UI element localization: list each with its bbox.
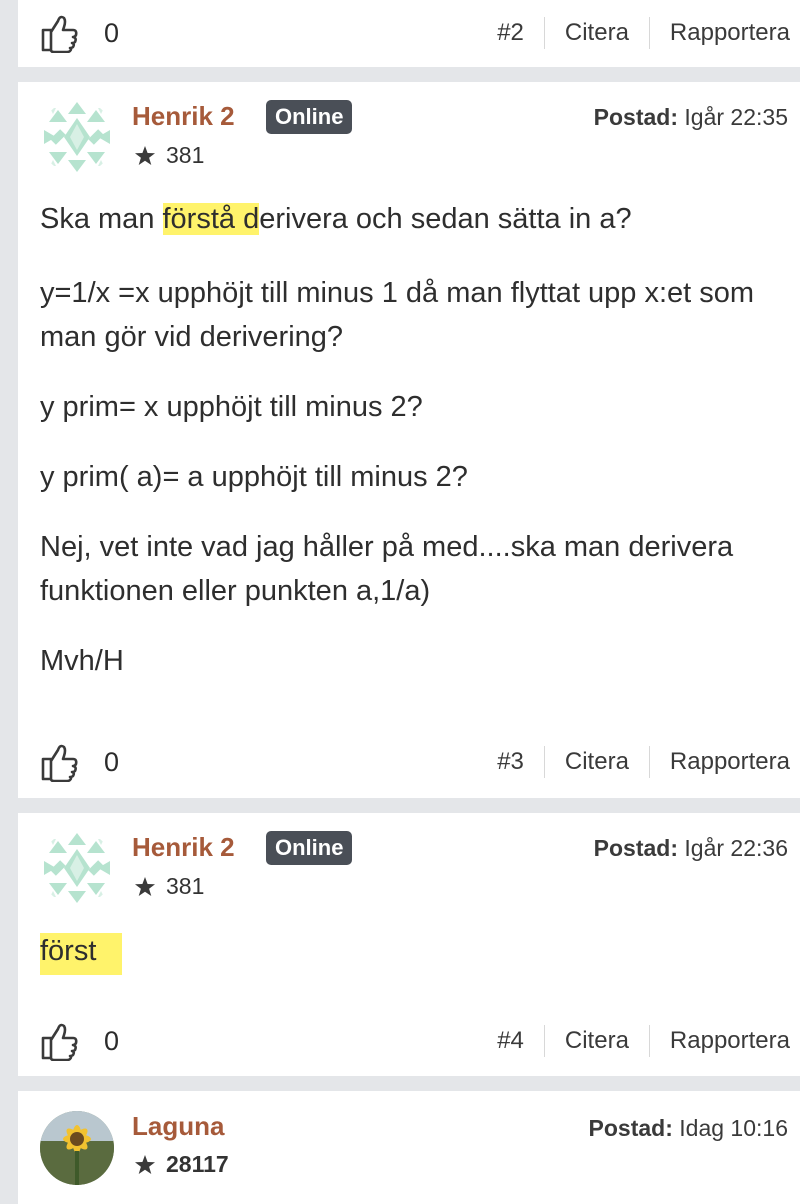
post-footer: 0 #3 Citera Rapportera <box>18 732 800 792</box>
post-signature: Mvh/H <box>40 645 124 677</box>
posted-label: Postad: <box>588 1115 673 1141</box>
posted-label: Postad: <box>593 104 679 130</box>
posted-label: Postad: <box>593 835 679 861</box>
report-button[interactable]: Rapportera <box>650 19 790 47</box>
highlighted-text: först <box>40 933 123 975</box>
report-button[interactable]: Rapportera <box>650 748 790 776</box>
post-footer: 0 #2 Citera Rapportera <box>18 3 800 63</box>
post-header: Laguna 28117 Postad: Idag 10:16 <box>18 1091 800 1201</box>
star-icon <box>135 1154 155 1174</box>
post-card-3: Henrik 2 Online 381 Postad: Igår 22:35 S… <box>18 82 800 798</box>
like-icon[interactable] <box>40 742 78 782</box>
post-timestamp: Postad: Igår 22:35 <box>594 104 788 131</box>
posted-time: Idag 10:16 <box>679 1115 788 1141</box>
online-badge: Online <box>266 831 353 865</box>
post-timestamp: Postad: Igår 22:36 <box>594 835 788 862</box>
highlighted-text: förstå d <box>162 203 260 235</box>
like-count: 0 <box>104 746 120 777</box>
post-number-link[interactable]: #2 <box>497 19 544 47</box>
star-icon <box>135 876 155 896</box>
avatar[interactable] <box>40 100 114 174</box>
post-paragraph: först <box>40 929 780 975</box>
posted-time: Igår 22:35 <box>684 104 788 130</box>
reputation-count: 381 <box>166 142 205 168</box>
quote-button[interactable]: Citera <box>545 1027 649 1055</box>
post-actions: #4 Citera Rapportera <box>497 1024 790 1058</box>
reputation: 381 <box>134 873 204 900</box>
post-paragraph: y prim( a)= a upphöjt till minus 2? <box>40 461 468 493</box>
like-count: 0 <box>104 1025 120 1056</box>
post-paragraph: Ska man förstå derivera och sedan sätta … <box>40 203 632 235</box>
post-card-5: Laguna 28117 Postad: Idag 10:16 <box>18 1091 800 1204</box>
post-body: Ska man förstå derivera och sedan sätta … <box>40 197 780 683</box>
reputation: 28117 <box>134 1151 229 1178</box>
reputation-count: 28117 <box>166 1151 229 1177</box>
post-header: Henrik 2 Online 381 Postad: Igår 22:36 <box>18 813 800 923</box>
post-number-link[interactable]: #4 <box>497 1027 544 1055</box>
avatar[interactable] <box>40 1111 114 1185</box>
avatar[interactable] <box>40 831 114 905</box>
report-button[interactable]: Rapportera <box>650 1027 790 1055</box>
post-paragraph: Nej, vet inte vad jag håller på med....s… <box>40 531 734 607</box>
reputation-count: 381 <box>166 873 205 899</box>
author-name[interactable]: Laguna <box>132 1111 224 1142</box>
post-footer: 0 #4 Citera Rapportera <box>18 1011 800 1071</box>
post-paragraph: y prim= x upphöjt till minus 2? <box>40 391 423 423</box>
post-timestamp: Postad: Idag 10:16 <box>589 1115 788 1142</box>
quote-button[interactable]: Citera <box>545 19 649 47</box>
posted-time: Igår 22:36 <box>684 835 788 861</box>
post-header: Henrik 2 Online 381 Postad: Igår 22:35 <box>18 82 800 192</box>
post-card-4: Henrik 2 Online 381 Postad: Igår 22:36 f… <box>18 813 800 1076</box>
star-icon <box>135 145 155 165</box>
post-number-link[interactable]: #3 <box>497 748 544 776</box>
quote-button[interactable]: Citera <box>545 748 649 776</box>
like-count: 0 <box>104 17 120 48</box>
like-icon[interactable] <box>40 13 78 53</box>
post-card-2: 0 #2 Citera Rapportera <box>18 0 800 67</box>
like-icon[interactable] <box>40 1021 78 1061</box>
post-paragraph: y=1/x =x upphöjt till minus 1 då man fly… <box>40 277 755 353</box>
post-actions: #3 Citera Rapportera <box>497 745 790 779</box>
reputation: 381 <box>134 142 204 169</box>
author-name[interactable]: Henrik 2 <box>132 101 235 132</box>
online-badge: Online <box>266 100 353 134</box>
post-body: först <box>40 929 780 975</box>
author-name[interactable]: Henrik 2 <box>132 832 235 863</box>
post-actions: #2 Citera Rapportera <box>497 16 790 50</box>
